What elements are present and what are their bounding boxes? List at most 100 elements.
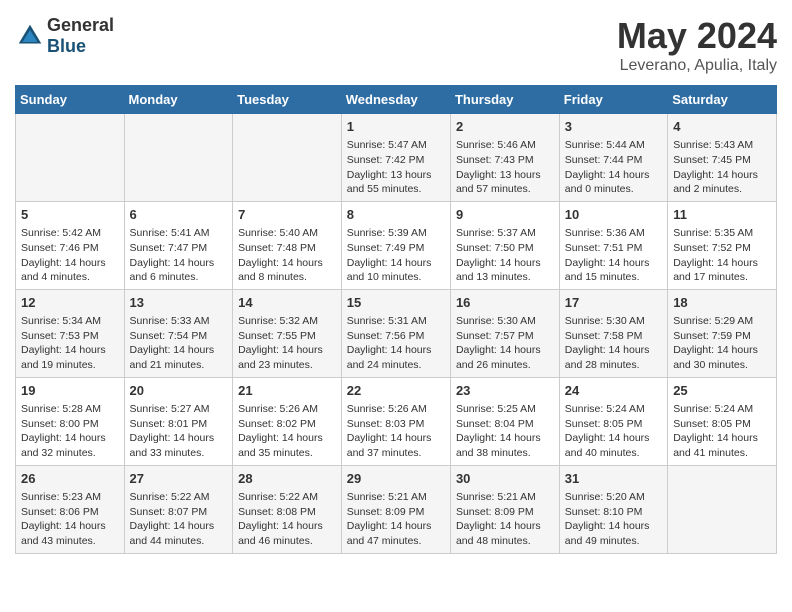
day-info: Sunrise: 5:39 AM Sunset: 7:49 PM Dayligh… (347, 226, 445, 285)
day-number: 11 (673, 206, 771, 224)
logo-text-blue: Blue (47, 36, 86, 56)
calendar-header-cell: Wednesday (341, 86, 450, 114)
day-info: Sunrise: 5:30 AM Sunset: 7:58 PM Dayligh… (565, 314, 662, 373)
day-number: 14 (238, 294, 336, 312)
calendar-cell: 14 Sunrise: 5:32 AM Sunset: 7:55 PM Dayli… (233, 289, 342, 377)
calendar-body: 1Sunrise: 5:47 AM Sunset: 7:42 PM Daylig… (16, 114, 777, 554)
logo-icon (15, 21, 45, 51)
day-number: 4 (673, 118, 771, 136)
day-info: Sunrise: 5:31 AM Sunset: 7:56 PM Dayligh… (347, 314, 445, 373)
day-number: 22 (347, 382, 445, 400)
day-info: Sunrise: 5:41 AM Sunset: 7:47 PM Dayligh… (130, 226, 228, 285)
day-info: Sunrise: 5:25 AM Sunset: 8:04 PM Dayligh… (456, 402, 554, 461)
calendar-header-cell: Monday (124, 86, 233, 114)
calendar-cell (16, 114, 125, 202)
calendar-cell: 24 Sunrise: 5:24 AM Sunset: 8:05 PM Dayli… (559, 377, 667, 465)
day-info: Sunrise: 5:28 AM Sunset: 8:00 PM Dayligh… (21, 402, 119, 461)
calendar-week-row: 5Sunrise: 5:42 AM Sunset: 7:46 PM Daylig… (16, 201, 777, 289)
calendar-cell: 5Sunrise: 5:42 AM Sunset: 7:46 PM Daylig… (16, 201, 125, 289)
calendar-cell: 23 Sunrise: 5:25 AM Sunset: 8:04 PM Dayli… (450, 377, 559, 465)
day-info: Sunrise: 5:35 AM Sunset: 7:52 PM Dayligh… (673, 226, 771, 285)
day-number: 31 (565, 470, 662, 488)
calendar-week-row: 19 Sunrise: 5:28 AM Sunset: 8:00 PM Dayli… (16, 377, 777, 465)
day-number: 13 (130, 294, 228, 312)
subtitle: Leverano, Apulia, Italy (617, 57, 777, 75)
calendar-header-row: SundayMondayTuesdayWednesdayThursdayFrid… (16, 86, 777, 114)
day-number: 19 (21, 382, 119, 400)
day-info: Sunrise: 5:30 AM Sunset: 7:57 PM Dayligh… (456, 314, 554, 373)
calendar-week-row: 1Sunrise: 5:47 AM Sunset: 7:42 PM Daylig… (16, 114, 777, 202)
calendar-cell: 2 Sunrise: 5:46 AM Sunset: 7:43 PM Daylig… (450, 114, 559, 202)
day-number: 12 (21, 294, 119, 312)
day-number: 26 (21, 470, 119, 488)
title-block: May 2024 Leverano, Apulia, Italy (617, 15, 777, 75)
day-number: 1 (347, 118, 445, 136)
day-info: Sunrise: 5:40 AM Sunset: 7:48 PM Dayligh… (238, 226, 336, 285)
day-number: 21 (238, 382, 336, 400)
day-info: Sunrise: 5:44 AM Sunset: 7:44 PM Dayligh… (565, 138, 662, 197)
day-number: 24 (565, 382, 662, 400)
day-number: 18 (673, 294, 771, 312)
day-number: 3 (565, 118, 662, 136)
calendar-cell (233, 114, 342, 202)
day-info: Sunrise: 5:27 AM Sunset: 8:01 PM Dayligh… (130, 402, 228, 461)
calendar-header-cell: Tuesday (233, 86, 342, 114)
calendar-cell: 29 Sunrise: 5:21 AM Sunset: 8:09 PM Dayli… (341, 465, 450, 553)
calendar-cell: 13 Sunrise: 5:33 AM Sunset: 7:54 PM Dayli… (124, 289, 233, 377)
day-number: 23 (456, 382, 554, 400)
day-info: Sunrise: 5:46 AM Sunset: 7:43 PM Dayligh… (456, 138, 554, 197)
calendar-cell: 20Sunrise: 5:27 AM Sunset: 8:01 PM Dayli… (124, 377, 233, 465)
calendar-cell: 15 Sunrise: 5:31 AM Sunset: 7:56 PM Dayli… (341, 289, 450, 377)
day-info: Sunrise: 5:34 AM Sunset: 7:53 PM Dayligh… (21, 314, 119, 373)
day-info: Sunrise: 5:24 AM Sunset: 8:05 PM Dayligh… (673, 402, 771, 461)
day-number: 5 (21, 206, 119, 224)
day-number: 7 (238, 206, 336, 224)
calendar-cell: 10Sunrise: 5:36 AM Sunset: 7:51 PM Dayli… (559, 201, 667, 289)
calendar-week-row: 12 Sunrise: 5:34 AM Sunset: 7:53 PM Dayli… (16, 289, 777, 377)
day-info: Sunrise: 5:37 AM Sunset: 7:50 PM Dayligh… (456, 226, 554, 285)
calendar-cell: 28Sunrise: 5:22 AM Sunset: 8:08 PM Dayli… (233, 465, 342, 553)
day-info: Sunrise: 5:26 AM Sunset: 8:02 PM Dayligh… (238, 402, 336, 461)
calendar-cell: 4 Sunrise: 5:43 AM Sunset: 7:45 PM Daylig… (668, 114, 777, 202)
calendar-cell: 3 Sunrise: 5:44 AM Sunset: 7:44 PM Daylig… (559, 114, 667, 202)
day-info: Sunrise: 5:43 AM Sunset: 7:45 PM Dayligh… (673, 138, 771, 197)
day-number: 2 (456, 118, 554, 136)
day-number: 15 (347, 294, 445, 312)
day-number: 17 (565, 294, 662, 312)
day-info: Sunrise: 5:33 AM Sunset: 7:54 PM Dayligh… (130, 314, 228, 373)
calendar-cell: 7 Sunrise: 5:40 AM Sunset: 7:48 PM Daylig… (233, 201, 342, 289)
day-number: 30 (456, 470, 554, 488)
main-title: May 2024 (617, 15, 777, 57)
day-number: 16 (456, 294, 554, 312)
day-number: 9 (456, 206, 554, 224)
day-number: 29 (347, 470, 445, 488)
calendar-header-cell: Thursday (450, 86, 559, 114)
calendar-cell: 8Sunrise: 5:39 AM Sunset: 7:49 PM Daylig… (341, 201, 450, 289)
day-number: 25 (673, 382, 771, 400)
calendar-cell: 30Sunrise: 5:21 AM Sunset: 8:09 PM Dayli… (450, 465, 559, 553)
logo: General Blue (15, 15, 114, 57)
day-number: 27 (130, 470, 228, 488)
day-info: Sunrise: 5:26 AM Sunset: 8:03 PM Dayligh… (347, 402, 445, 461)
day-info: Sunrise: 5:21 AM Sunset: 8:09 PM Dayligh… (347, 490, 445, 549)
calendar-cell: 16 Sunrise: 5:30 AM Sunset: 7:57 PM Dayli… (450, 289, 559, 377)
day-info: Sunrise: 5:23 AM Sunset: 8:06 PM Dayligh… (21, 490, 119, 549)
calendar-cell: 31 Sunrise: 5:20 AM Sunset: 8:10 PM Dayli… (559, 465, 667, 553)
calendar-cell: 6 Sunrise: 5:41 AM Sunset: 7:47 PM Daylig… (124, 201, 233, 289)
calendar-cell: 26 Sunrise: 5:23 AM Sunset: 8:06 PM Dayli… (16, 465, 125, 553)
calendar-cell: 11 Sunrise: 5:35 AM Sunset: 7:52 PM Dayli… (668, 201, 777, 289)
calendar-week-row: 26 Sunrise: 5:23 AM Sunset: 8:06 PM Dayli… (16, 465, 777, 553)
calendar-cell: 18Sunrise: 5:29 AM Sunset: 7:59 PM Dayli… (668, 289, 777, 377)
calendar-cell: 22 Sunrise: 5:26 AM Sunset: 8:03 PM Dayli… (341, 377, 450, 465)
day-number: 6 (130, 206, 228, 224)
day-number: 10 (565, 206, 662, 224)
day-info: Sunrise: 5:20 AM Sunset: 8:10 PM Dayligh… (565, 490, 662, 549)
page-header: General Blue May 2024 Leverano, Apulia, … (15, 15, 777, 75)
calendar-cell: 1Sunrise: 5:47 AM Sunset: 7:42 PM Daylig… (341, 114, 450, 202)
day-info: Sunrise: 5:32 AM Sunset: 7:55 PM Dayligh… (238, 314, 336, 373)
calendar-header-cell: Sunday (16, 86, 125, 114)
day-info: Sunrise: 5:24 AM Sunset: 8:05 PM Dayligh… (565, 402, 662, 461)
calendar-header-cell: Saturday (668, 86, 777, 114)
calendar-cell: 21 Sunrise: 5:26 AM Sunset: 8:02 PM Dayli… (233, 377, 342, 465)
calendar-header-cell: Friday (559, 86, 667, 114)
